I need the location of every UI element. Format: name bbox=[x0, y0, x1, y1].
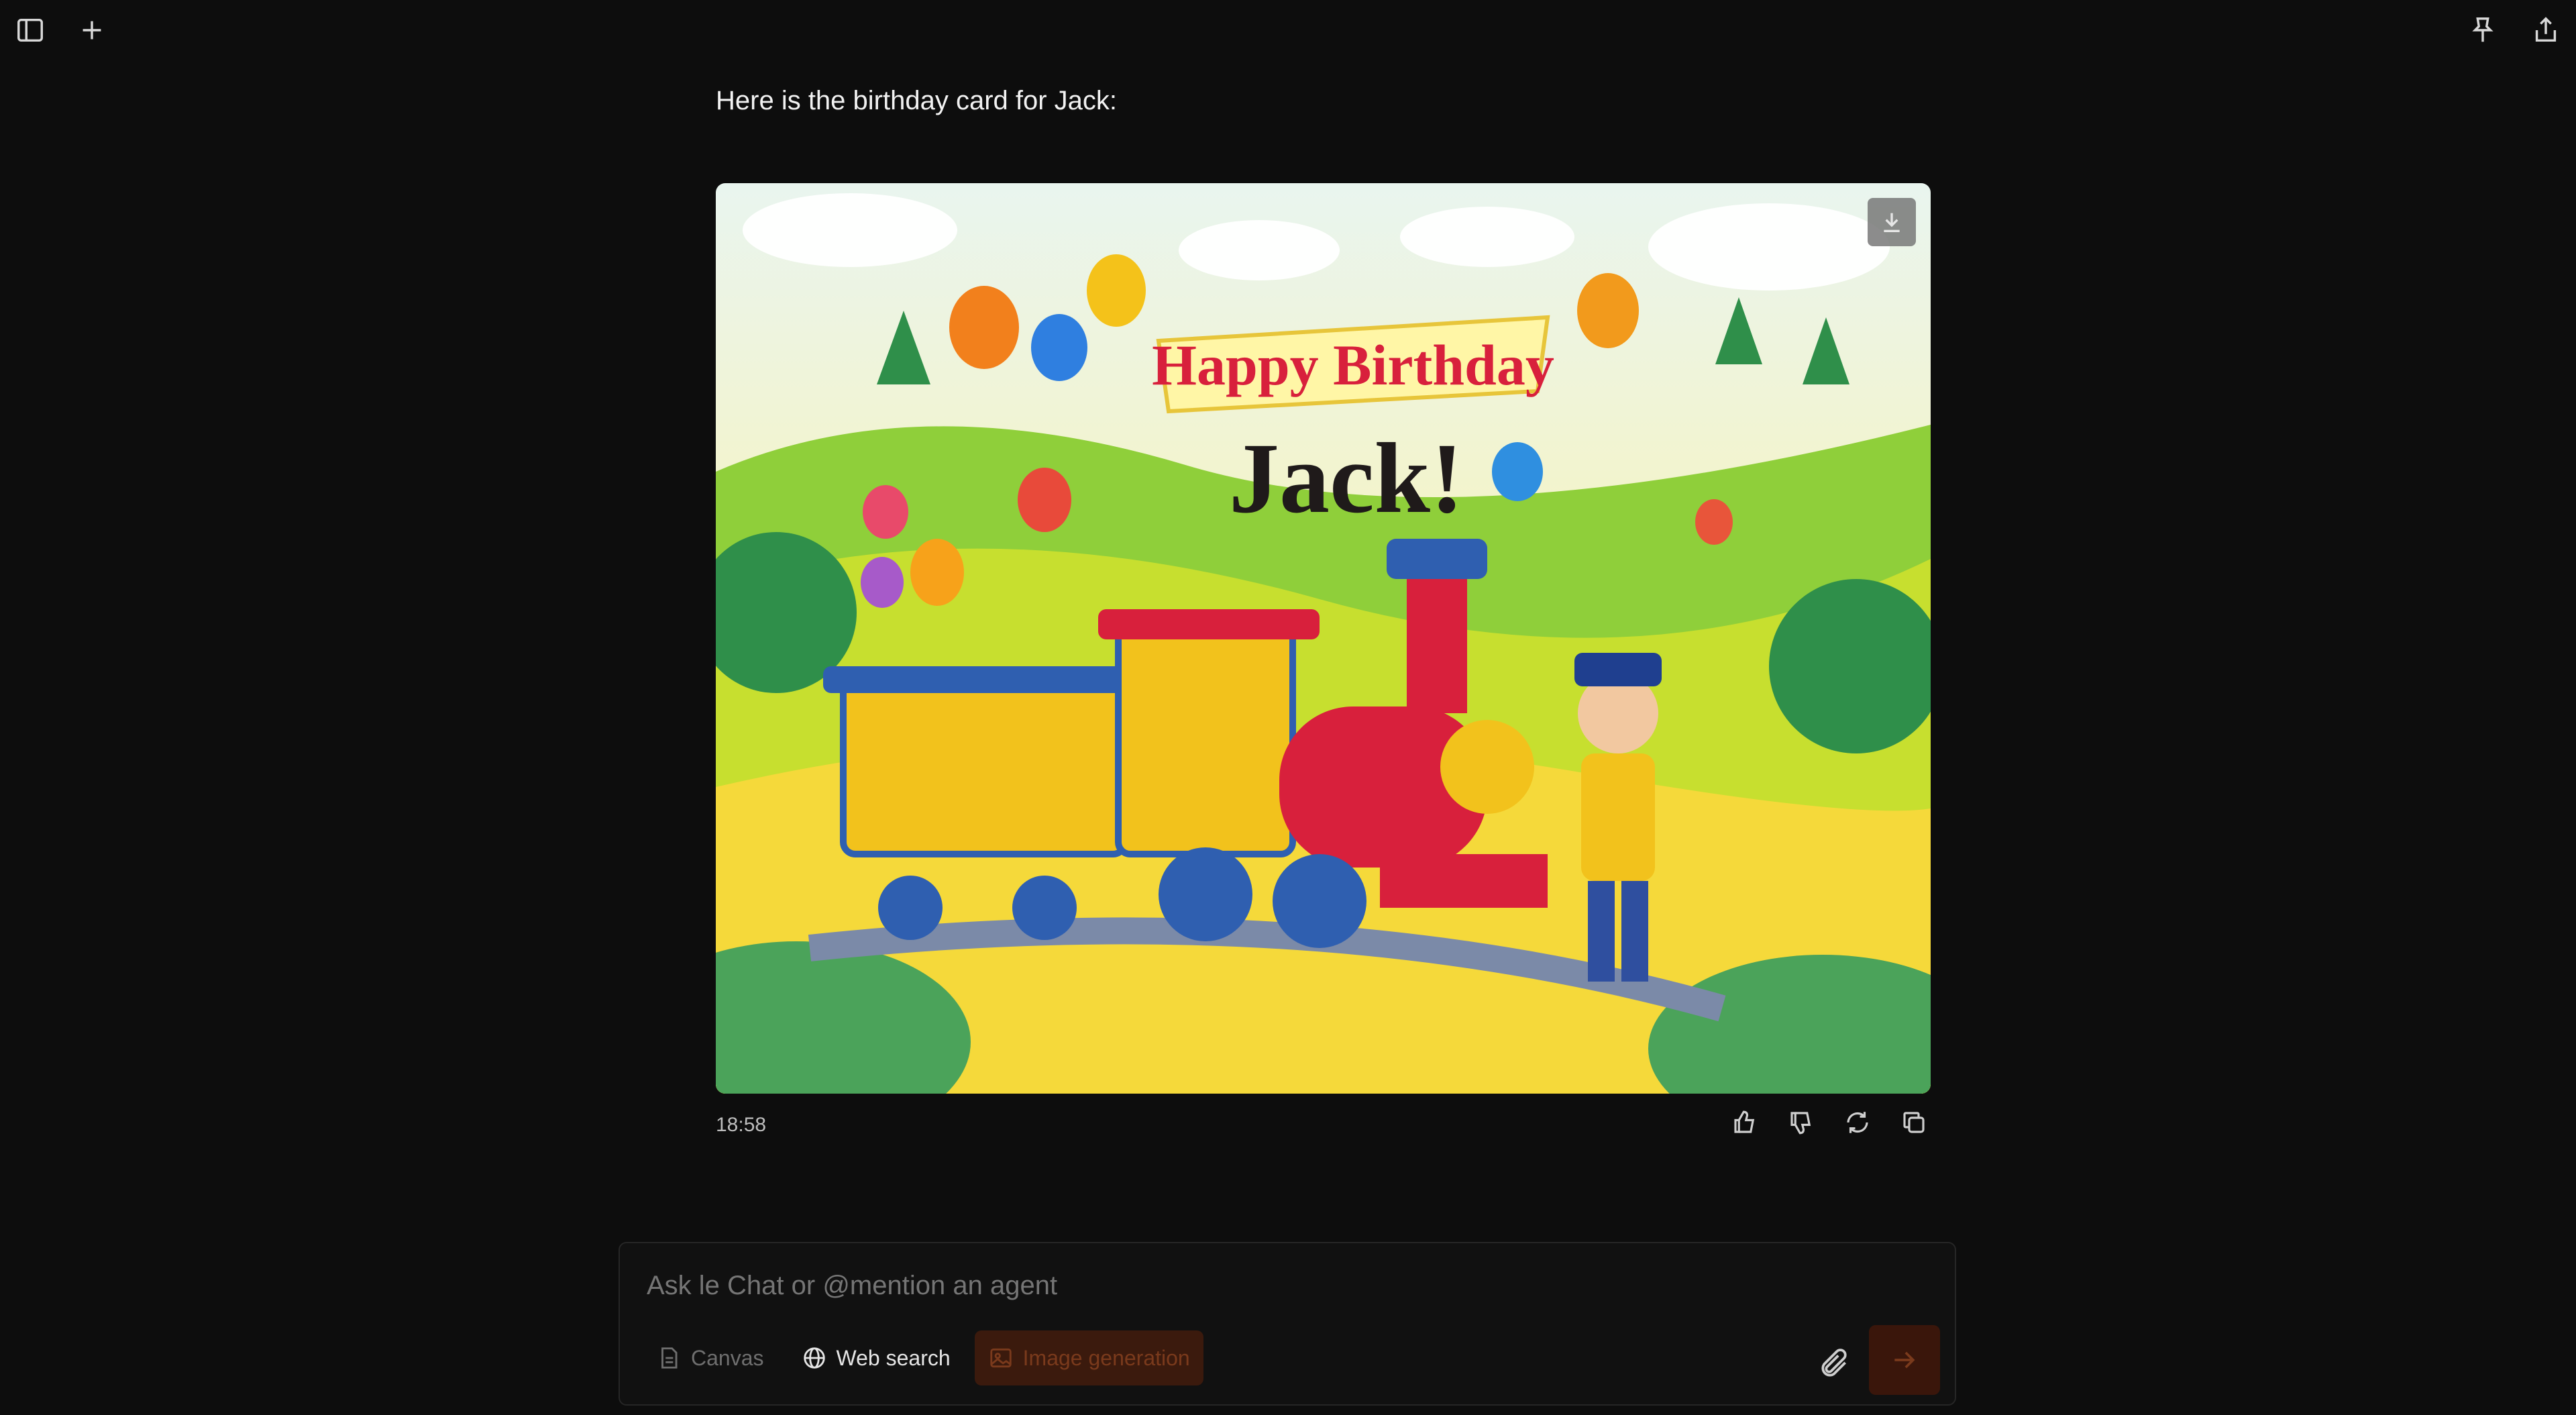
plus-icon bbox=[83, 21, 101, 40]
thumbs-up-icon bbox=[1734, 1110, 1755, 1133]
like-button[interactable] bbox=[1728, 1106, 1762, 1139]
web-search-toggle[interactable]: Web search bbox=[788, 1330, 964, 1385]
paperclip-icon bbox=[1821, 1349, 1847, 1377]
attach-file-button[interactable] bbox=[1814, 1344, 1854, 1384]
card-banner-text: Happy Birthday bbox=[1152, 333, 1554, 397]
generated-image[interactable]: Happy Birthday Jack! bbox=[716, 183, 1931, 1094]
birthday-card-illustration: Happy Birthday Jack! bbox=[716, 183, 1931, 1094]
send-button[interactable] bbox=[1869, 1325, 1940, 1395]
download-image-button[interactable] bbox=[1868, 198, 1916, 246]
chat-composer: Canvas Web search Image generation bbox=[619, 1242, 1956, 1406]
canvas-label: Canvas bbox=[691, 1345, 764, 1370]
pin-button[interactable] bbox=[2465, 12, 2501, 48]
copy-button[interactable] bbox=[1897, 1106, 1931, 1139]
share-button[interactable] bbox=[2528, 12, 2564, 48]
new-chat-button[interactable] bbox=[74, 12, 110, 48]
dislike-button[interactable] bbox=[1784, 1106, 1818, 1139]
regenerate-icon bbox=[1847, 1112, 1868, 1133]
card-name-text: Jack! bbox=[1229, 423, 1464, 534]
composer-tools: Canvas Web search Image generation bbox=[643, 1330, 1203, 1385]
sidebar-toggle-icon bbox=[17, 18, 43, 42]
canvas-toggle[interactable]: Canvas bbox=[643, 1330, 777, 1385]
sidebar-toggle-button[interactable] bbox=[12, 12, 48, 48]
document-icon bbox=[661, 1347, 678, 1369]
share-icon bbox=[2535, 17, 2557, 42]
chat-input[interactable] bbox=[645, 1270, 1654, 1302]
regenerate-button[interactable] bbox=[1841, 1106, 1874, 1139]
thumbs-down-icon bbox=[1790, 1112, 1811, 1135]
pin-icon bbox=[2472, 17, 2493, 42]
image-generation-label: Image generation bbox=[1022, 1345, 1190, 1370]
web-search-label: Web search bbox=[836, 1345, 951, 1370]
copy-icon bbox=[1903, 1112, 1925, 1133]
message-actions bbox=[1728, 1106, 1931, 1139]
globe-icon bbox=[803, 1347, 825, 1369]
assistant-message-text: Here is the birthday card for Jack: bbox=[716, 86, 1118, 115]
message-timestamp: 18:58 bbox=[716, 1114, 767, 1136]
arrow-right-icon bbox=[1894, 1351, 1915, 1369]
download-icon bbox=[1884, 213, 1900, 232]
image-icon bbox=[989, 1348, 1012, 1368]
image-generation-toggle[interactable]: Image generation bbox=[974, 1330, 1203, 1385]
